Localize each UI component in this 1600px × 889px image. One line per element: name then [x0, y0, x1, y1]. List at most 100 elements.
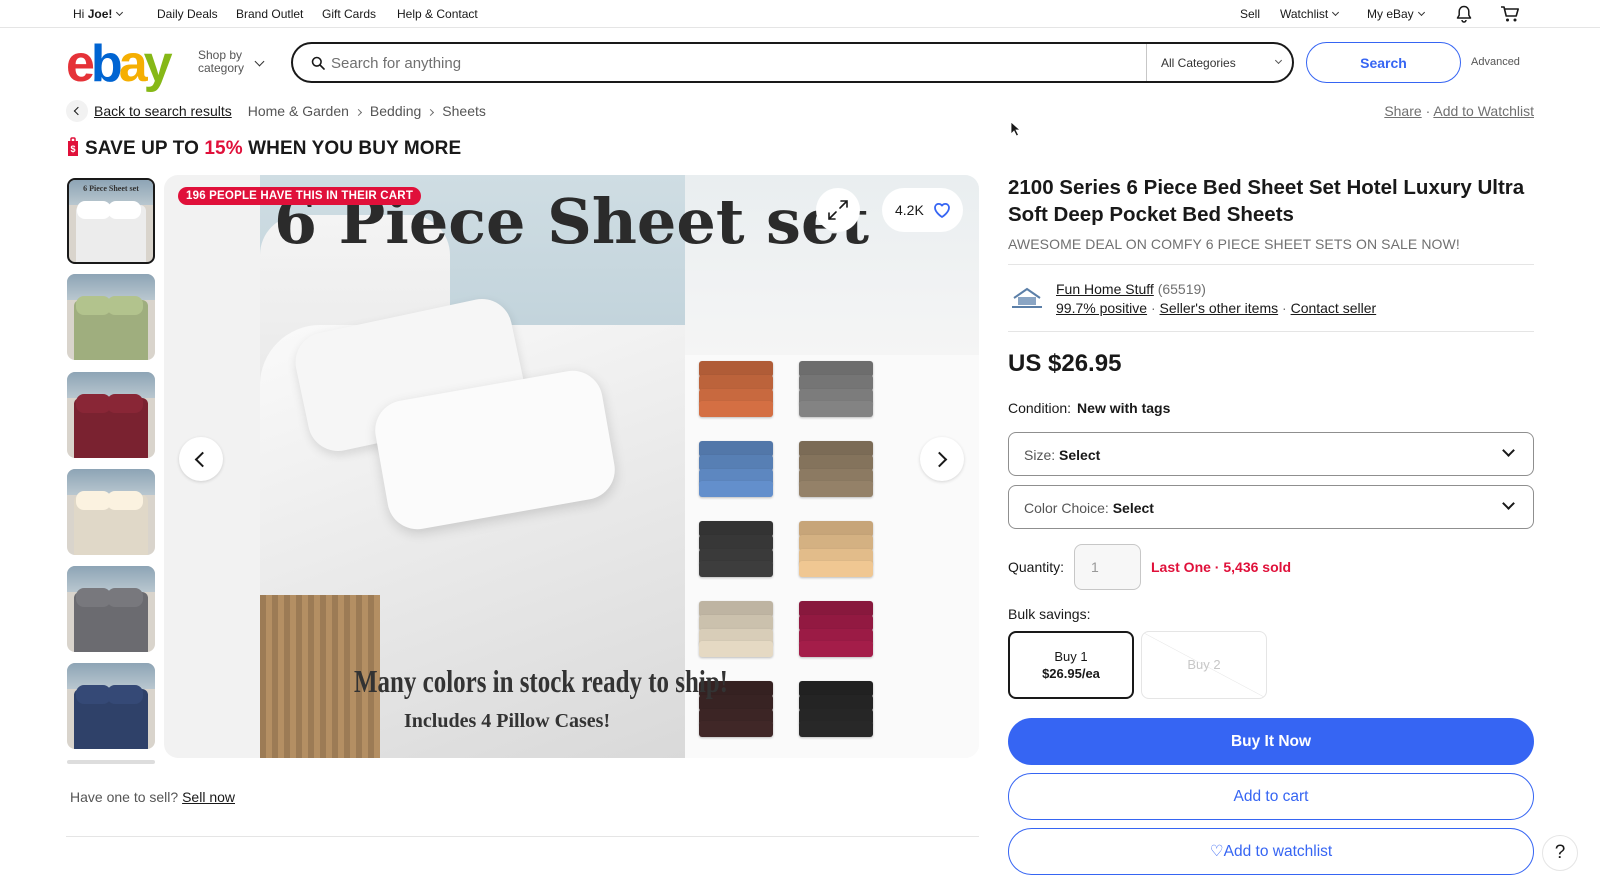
folded-sheet	[699, 641, 773, 657]
chevron-down-icon	[1417, 8, 1425, 17]
thumb-pillow	[107, 685, 143, 705]
sell-now-link[interactable]: Sell now	[182, 789, 235, 805]
folded-sheet	[699, 481, 773, 497]
chevron-down-icon	[116, 8, 124, 17]
color-select-label: Color Choice: Select	[1024, 500, 1154, 516]
image-thumbnail[interactable]	[67, 274, 155, 360]
breadcrumb-home-garden[interactable]: Home & Garden	[248, 103, 349, 119]
share-link[interactable]: Share	[1384, 103, 1421, 119]
search-button[interactable]: Search	[1306, 42, 1461, 83]
seller-positive-link[interactable]: 99.7% positive	[1056, 300, 1147, 316]
divider	[1008, 264, 1534, 265]
breadcrumb-sheets[interactable]: Sheets	[442, 103, 486, 119]
chevron-right-icon	[354, 108, 362, 117]
contact-seller-link[interactable]: Contact seller	[1291, 300, 1377, 316]
sell-prompt: Have one to sell? Sell now	[70, 789, 235, 805]
size-select[interactable]: Size: Select	[1008, 432, 1534, 476]
color-choice-select[interactable]: Color Choice: Select	[1008, 485, 1534, 529]
my-ebay-menu[interactable]: My eBay	[1367, 7, 1425, 21]
seller-logo[interactable]	[1010, 285, 1044, 311]
thumb-pillow	[107, 394, 143, 414]
sheet-color-swatch	[699, 601, 773, 659]
seller-name-link[interactable]: Fun Home Stuff	[1056, 281, 1154, 297]
shop-by-category-button[interactable]: Shop by category	[198, 49, 244, 75]
image-caption: Includes 4 Pillow Cases!	[404, 710, 611, 732]
folded-sheet	[699, 561, 773, 577]
category-label: category	[198, 61, 245, 75]
advanced-search-link[interactable]: Advanced	[1471, 56, 1520, 68]
bulk-option-buy-1[interactable]: Buy 1 $26.95/ea	[1008, 631, 1134, 699]
promo-percent: 15%	[204, 138, 243, 159]
search-input[interactable]	[331, 50, 1121, 76]
condition-value: New with tags	[1077, 400, 1171, 416]
mouse-cursor-icon	[1010, 121, 1022, 137]
chevron-down-icon	[1502, 497, 1515, 510]
watchlist-menu[interactable]: Watchlist	[1280, 7, 1340, 21]
thumb-pillow	[107, 201, 142, 220]
help-contact-link[interactable]: Help & Contact	[397, 7, 478, 21]
divider	[66, 836, 979, 837]
sheet-color-swatch	[799, 601, 873, 659]
image-thumbnail[interactable]	[67, 566, 155, 652]
thumb-pillow	[107, 588, 143, 608]
seller-links: 99.7% positive · Seller's other items · …	[1056, 300, 1376, 316]
breadcrumb-bedding[interactable]: Bedding	[370, 103, 421, 119]
breadcrumb: Back to search results Home & Garden Beddi…	[94, 103, 486, 119]
gift-cards-link[interactable]: Gift Cards	[322, 7, 376, 21]
search-bar: All Categories	[291, 42, 1294, 83]
previous-image-button[interactable]	[179, 437, 223, 481]
thumb-label: 6 Piece Sheet set	[83, 184, 139, 193]
cart-icon[interactable]	[1500, 5, 1520, 23]
back-to-results-link[interactable]: Back to search results	[94, 103, 232, 119]
price-tag-icon: $	[68, 137, 78, 156]
size-select-label: Size: Select	[1024, 447, 1100, 463]
add-to-watchlist-button[interactable]: ♡Add to watchlist	[1008, 828, 1534, 875]
chevron-down-icon	[254, 56, 265, 67]
image-thumbnail[interactable]	[67, 469, 155, 555]
quantity-input[interactable]	[1074, 544, 1141, 590]
sell-link[interactable]: Sell	[1240, 7, 1260, 21]
add-to-cart-button[interactable]: Add to cart	[1008, 773, 1534, 820]
folded-sheet	[699, 401, 773, 417]
expand-image-button[interactable]	[816, 188, 860, 232]
condition-label: Condition:	[1008, 400, 1072, 416]
thumb-pillow	[107, 491, 143, 511]
main-product-image[interactable]: 6 Piece Sheet set Many colors in stock r…	[164, 175, 979, 758]
quantity-label: Quantity:	[1008, 559, 1065, 575]
add-to-watchlist-link[interactable]: Add to Watchlist	[1433, 103, 1534, 119]
chevron-right-icon	[232, 106, 247, 121]
image-thumbnail[interactable]: 6 Piece Sheet set	[67, 178, 155, 264]
seller-feedback-count: (65519)	[1157, 281, 1206, 297]
image-thumbnail[interactable]	[67, 372, 155, 458]
separator-dot: ·	[1425, 103, 1431, 119]
thumb-pillow	[75, 588, 111, 608]
sheet-color-swatch	[799, 681, 873, 739]
item-condition: Condition: New with tags	[1008, 400, 1170, 416]
bulk-price: $26.95/ea	[1042, 666, 1100, 681]
watch-count-button[interactable]: 4.2K	[882, 188, 963, 232]
bulk-option-buy-2: Buy 2	[1141, 631, 1267, 699]
thumb-pillow	[107, 296, 143, 316]
next-image-button[interactable]	[920, 437, 964, 481]
seller-other-items-link[interactable]: Seller's other items	[1160, 300, 1279, 316]
promo-banner: SAVE UP TO 15% WHEN YOU BUY MORE	[85, 138, 461, 160]
user-greeting[interactable]: Hi Joe!	[73, 7, 124, 21]
bell-icon[interactable]	[1456, 5, 1472, 23]
daily-deals-link[interactable]: Daily Deals	[157, 7, 218, 21]
image-thumbnail[interactable]	[67, 663, 155, 749]
brand-outlet-link[interactable]: Brand Outlet	[236, 7, 303, 21]
back-arrow-icon[interactable]	[66, 100, 88, 122]
ebay-logo[interactable]: ebay	[66, 38, 173, 90]
watchlist-label: Watchlist	[1280, 7, 1329, 21]
stock-status: Last One · 5,436 sold	[1151, 559, 1292, 575]
image-thumbnail[interactable]	[67, 760, 155, 764]
divider	[1146, 44, 1147, 81]
watch-count: 4.2K	[895, 202, 924, 218]
sell-prompt-text: Have one to sell?	[70, 789, 179, 805]
add-to-watchlist-label: Add to watchlist	[1223, 843, 1333, 860]
category-select[interactable]: All Categories	[1161, 56, 1236, 70]
buy-it-now-button[interactable]: Buy It Now	[1008, 718, 1534, 765]
share-actions: Share · Add to Watchlist	[1384, 103, 1534, 119]
help-button[interactable]: ?	[1542, 835, 1578, 871]
bulk-savings-label: Bulk savings:	[1008, 606, 1091, 622]
